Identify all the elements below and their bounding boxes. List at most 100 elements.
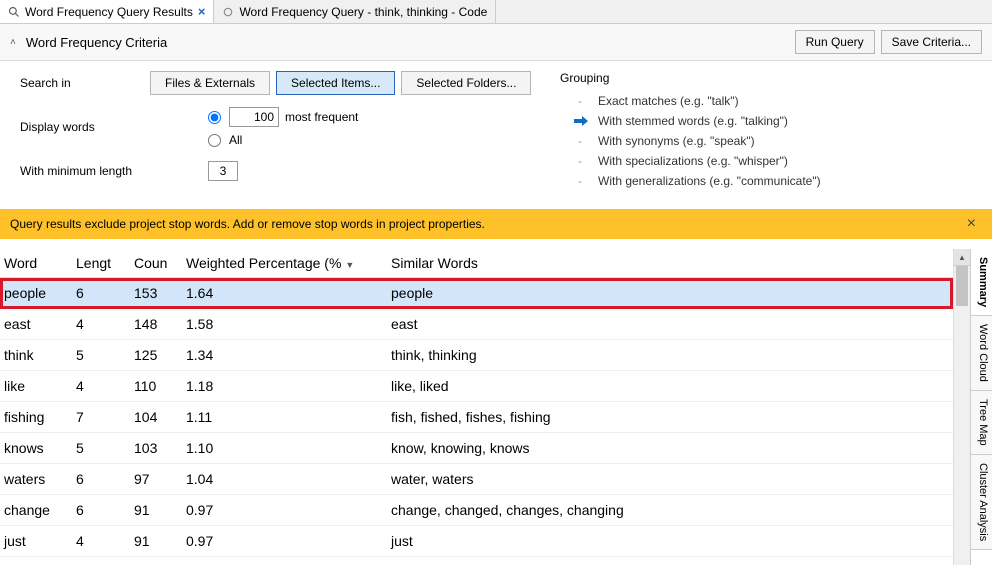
display-count-input[interactable] (229, 107, 279, 127)
run-query-button[interactable]: Run Query (795, 30, 875, 54)
grouping-panel: Grouping -Exact matches (e.g. "talk")Wit… (560, 71, 972, 195)
cell-pct: 1.11 (182, 402, 387, 433)
col-word[interactable]: Word (0, 249, 72, 278)
circle-icon (222, 6, 234, 18)
cell-pct: 1.10 (182, 433, 387, 464)
scroll-up-icon[interactable]: ▲ (954, 249, 970, 266)
table-row[interactable]: waters6971.04water, waters (0, 464, 953, 495)
grouping-option-label: With synonyms (e.g. "speak") (598, 134, 755, 148)
scroll-thumb[interactable] (956, 266, 968, 306)
all-radio[interactable] (208, 134, 221, 147)
cell-length: 6 (72, 495, 130, 526)
document-tabs: Word Frequency Query Results × Word Freq… (0, 0, 992, 24)
cell-count: 91 (130, 526, 182, 557)
cell-length: 4 (72, 526, 130, 557)
cell-pct: 1.04 (182, 464, 387, 495)
cell-word: just (0, 526, 72, 557)
cell-word: east (0, 309, 72, 340)
tab-label: Word Frequency Query Results (25, 5, 193, 19)
grouping-option[interactable]: -With synonyms (e.g. "speak") (574, 131, 972, 151)
tab-code-inactive[interactable]: Word Frequency Query - think, thinking -… (214, 0, 496, 23)
sidetab-summary[interactable]: Summary (971, 249, 992, 316)
close-icon[interactable]: × (961, 215, 982, 233)
grouping-option-label: With generalizations (e.g. "communicate"… (598, 174, 821, 188)
sidetab-wordcloud[interactable]: Word Cloud (971, 316, 992, 391)
cell-count: 125 (130, 340, 182, 371)
grouping-option[interactable]: -With generalizations (e.g. "communicate… (574, 171, 972, 191)
cell-similar: fish, fished, fishes, fishing (387, 402, 953, 433)
grouping-option[interactable]: With stemmed words (e.g. "talking") (574, 111, 972, 131)
view-tabs: Summary Word Cloud Tree Map Cluster Anal… (970, 249, 992, 565)
all-label: All (229, 133, 242, 147)
stop-words-notice: Query results exclude project stop words… (0, 209, 992, 239)
cell-count: 110 (130, 371, 182, 402)
cell-similar: think, thinking (387, 340, 953, 371)
table-row[interactable]: fishing71041.11fish, fished, fishes, fis… (0, 402, 953, 433)
save-criteria-button[interactable]: Save Criteria... (881, 30, 982, 54)
min-length-input[interactable] (208, 161, 238, 181)
dash-icon: - (574, 94, 586, 108)
grouping-option-label: With stemmed words (e.g. "talking") (598, 114, 788, 128)
cell-similar: people (387, 278, 953, 309)
grouping-option[interactable]: -Exact matches (e.g. "talk") (574, 91, 972, 111)
sidetab-cluster[interactable]: Cluster Analysis (971, 455, 992, 550)
cell-pct: 1.64 (182, 278, 387, 309)
cell-count: 91 (130, 495, 182, 526)
dash-icon: - (574, 154, 586, 168)
grouping-title: Grouping (560, 71, 972, 85)
results-table-container: Word Lengt Coun Weighted Percentage (%▼ … (0, 249, 953, 565)
cell-pct: 1.18 (182, 371, 387, 402)
cell-pct: 1.34 (182, 340, 387, 371)
cell-count: 104 (130, 402, 182, 433)
results-area: Word Lengt Coun Weighted Percentage (%▼ … (0, 249, 992, 565)
grouping-option-label: Exact matches (e.g. "talk") (598, 94, 739, 108)
cell-count: 148 (130, 309, 182, 340)
grouping-option-label: With specializations (e.g. "whisper") (598, 154, 788, 168)
vertical-scrollbar[interactable]: ▲ (953, 249, 970, 565)
cell-similar: just (387, 526, 953, 557)
cell-word: fishing (0, 402, 72, 433)
col-similar[interactable]: Similar Words (387, 249, 953, 278)
files-externals-button[interactable]: Files & Externals (150, 71, 270, 95)
table-row[interactable]: think51251.34think, thinking (0, 340, 953, 371)
table-row[interactable]: change6910.97change, changed, changes, c… (0, 495, 953, 526)
pointer-icon (574, 116, 586, 126)
table-row[interactable]: just4910.97just (0, 526, 953, 557)
display-words-label: Display words (20, 120, 150, 134)
dash-icon: - (574, 134, 586, 148)
tab-results-active[interactable]: Word Frequency Query Results × (0, 0, 214, 23)
dash-icon: - (574, 174, 586, 188)
collapse-chevron-icon[interactable]: ˄ (10, 37, 16, 48)
cell-length: 4 (72, 309, 130, 340)
cell-length: 6 (72, 278, 130, 309)
cell-word: people (0, 278, 72, 309)
most-frequent-radio[interactable] (208, 111, 221, 124)
table-row[interactable]: east41481.58east (0, 309, 953, 340)
selected-folders-button[interactable]: Selected Folders... (401, 71, 531, 95)
col-weighted-pct[interactable]: Weighted Percentage (%▼ (182, 249, 387, 278)
search-icon (8, 6, 20, 18)
col-length[interactable]: Lengt (72, 249, 130, 278)
cell-similar: east (387, 309, 953, 340)
cell-length: 5 (72, 340, 130, 371)
cell-word: like (0, 371, 72, 402)
cell-similar: know, knowing, knows (387, 433, 953, 464)
table-row[interactable]: knows51031.10know, knowing, knows (0, 433, 953, 464)
sidetab-treemap[interactable]: Tree Map (971, 391, 992, 455)
search-in-label: Search in (20, 76, 150, 90)
cell-count: 97 (130, 464, 182, 495)
sort-desc-icon: ▼ (345, 260, 354, 270)
table-row[interactable]: like41101.18like, liked (0, 371, 953, 402)
min-length-label: With minimum length (20, 164, 208, 178)
most-frequent-label: most frequent (285, 110, 358, 124)
cell-pct: 0.97 (182, 526, 387, 557)
close-icon[interactable]: × (198, 5, 206, 18)
notice-text: Query results exclude project stop words… (10, 217, 961, 231)
cell-similar: change, changed, changes, changing (387, 495, 953, 526)
selected-items-button[interactable]: Selected Items... (276, 71, 395, 95)
results-table: Word Lengt Coun Weighted Percentage (%▼ … (0, 249, 953, 557)
criteria-title: Word Frequency Criteria (26, 35, 789, 50)
grouping-option[interactable]: -With specializations (e.g. "whisper") (574, 151, 972, 171)
table-row[interactable]: people61531.64people (0, 278, 953, 309)
col-count[interactable]: Coun (130, 249, 182, 278)
